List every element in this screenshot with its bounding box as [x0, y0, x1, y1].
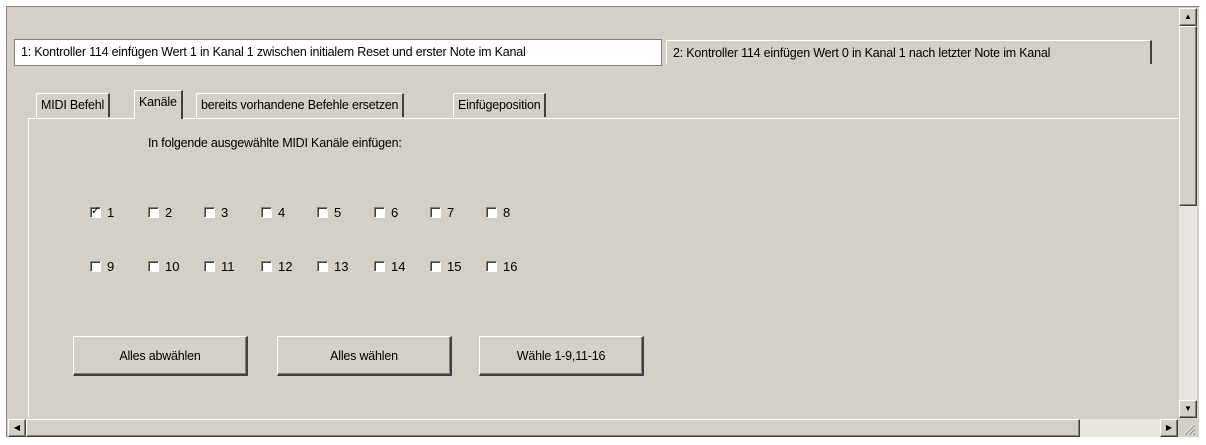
checkbox-box [486, 261, 497, 272]
channel-9-checkbox[interactable]: 9 [90, 259, 114, 275]
scroll-content: 1: Kontroller 114 einfügen Wert 1 in Kan… [8, 8, 1178, 418]
horizontal-scroll-thumb[interactable] [26, 419, 1080, 437]
checkbox-box [374, 261, 385, 272]
channel-15-checkbox[interactable]: 15 [430, 259, 461, 275]
resize-grip-icon[interactable] [1179, 419, 1197, 437]
checkbox-box [261, 261, 272, 272]
scroll-up-icon[interactable]: ▲ [1179, 8, 1197, 26]
checkbox-box [374, 207, 385, 218]
tab-einfuegeposition[interactable]: Einfügeposition [453, 93, 547, 117]
vertical-scroll-thumb[interactable] [1179, 26, 1197, 206]
horizontal-scrollbar[interactable]: ◀ ▶ [8, 419, 1178, 437]
resize-grip-lines [1183, 423, 1196, 436]
checkmark-icon: ✓ [91, 205, 101, 217]
channel-label: 1 [107, 205, 115, 220]
channel-6-checkbox[interactable]: 6 [374, 205, 398, 221]
channel-label: 11 [221, 259, 235, 274]
dialog-window: 1: Kontroller 114 einfügen Wert 1 in Kan… [6, 6, 1200, 438]
channel-3-checkbox[interactable]: 3 [204, 205, 228, 221]
checkbox-box [430, 207, 441, 218]
channel-11-checkbox[interactable]: 11 [204, 259, 235, 275]
channel-label: 13 [334, 259, 349, 274]
channel-8-checkbox[interactable]: 8 [486, 205, 510, 221]
checkbox-box [317, 207, 328, 218]
checkbox-box [317, 261, 328, 272]
channel-10-checkbox[interactable]: 10 [148, 259, 179, 275]
channel-4-checkbox[interactable]: 4 [261, 205, 285, 221]
channel-label: 14 [391, 259, 406, 274]
channel-label: 10 [165, 259, 180, 274]
channel-label: 16 [503, 259, 518, 274]
checkbox-box [90, 261, 101, 272]
scroll-left-icon[interactable]: ◀ [8, 419, 26, 437]
tab-rule-1[interactable]: 1: Kontroller 114 einfügen Wert 1 in Kan… [14, 39, 662, 66]
checkbox-box [204, 207, 215, 218]
channel-label: 9 [107, 259, 115, 274]
channel-label: 12 [278, 259, 293, 274]
checkbox-box [204, 261, 215, 272]
vertical-scrollbar[interactable]: ▲ ▼ [1179, 8, 1197, 418]
checkbox-box [486, 207, 497, 218]
scroll-right-icon[interactable]: ▶ [1160, 419, 1178, 437]
channel-1-checkbox[interactable]: ✓ 1 [90, 205, 114, 221]
channel-label: 8 [503, 205, 511, 220]
scroll-down-icon[interactable]: ▼ [1179, 400, 1197, 418]
channel-label: 3 [221, 205, 229, 220]
tab-midi-befehl[interactable]: MIDI Befehl [36, 93, 111, 117]
select-range-button[interactable]: Wähle 1-9,11-16 [479, 336, 644, 376]
channel-2-checkbox[interactable]: 2 [148, 205, 172, 221]
channel-label: 5 [334, 205, 342, 220]
channel-label: 7 [447, 205, 455, 220]
channel-label: 15 [447, 259, 462, 274]
channel-14-checkbox[interactable]: 14 [374, 259, 405, 275]
checkbox-box: ✓ [90, 205, 101, 218]
tab-kanaele[interactable]: Kanäle [134, 90, 183, 119]
channel-12-checkbox[interactable]: 12 [261, 259, 292, 275]
channel-13-checkbox[interactable]: 13 [317, 259, 348, 275]
channel-7-checkbox[interactable]: 7 [430, 205, 454, 221]
checkbox-box [148, 207, 159, 218]
deselect-all-button[interactable]: Alles abwählen [73, 336, 248, 376]
select-all-button[interactable]: Alles wählen [277, 336, 452, 376]
checkbox-box [430, 261, 441, 272]
tab-befehle-ersetzen[interactable]: bereits vorhandene Befehle ersetzen [196, 93, 405, 117]
checkbox-box [148, 261, 159, 272]
channel-label: 2 [165, 205, 173, 220]
checkbox-box [261, 207, 272, 218]
channel-label: 6 [391, 205, 399, 220]
channel-16-checkbox[interactable]: 16 [486, 259, 517, 275]
channels-instruction: In folgende ausgewählte MIDI Kanäle einf… [148, 136, 402, 150]
channel-label: 4 [278, 205, 286, 220]
tab-rule-2[interactable]: 2: Kontroller 114 einfügen Wert 0 in Kan… [666, 40, 1152, 64]
channel-5-checkbox[interactable]: 5 [317, 205, 341, 221]
